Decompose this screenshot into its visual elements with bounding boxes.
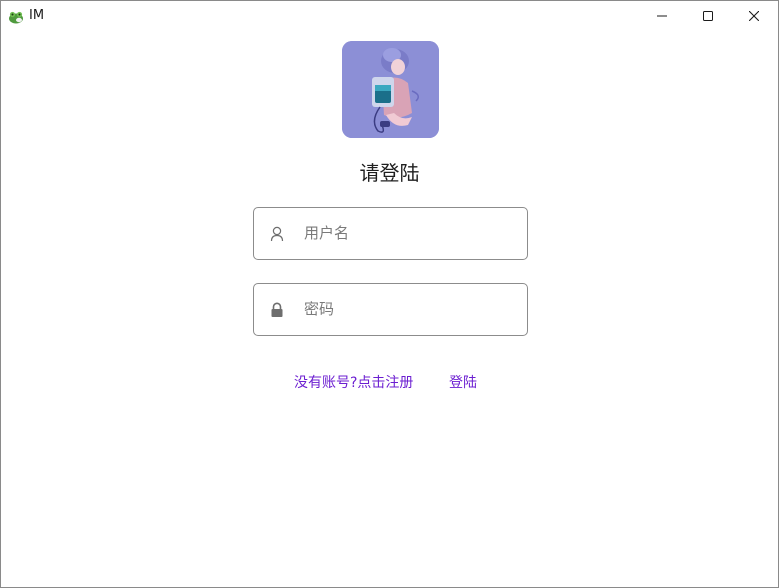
maximize-icon <box>703 11 713 21</box>
title-bar[interactable]: IM <box>1 1 778 31</box>
user-icon <box>270 226 284 242</box>
lock-icon <box>270 302 284 318</box>
anime-girl-avatar <box>342 41 439 138</box>
username-field[interactable] <box>253 207 528 260</box>
frog-app-icon <box>8 9 24 24</box>
register-link[interactable]: 没有账号?点击注册 <box>294 374 413 392</box>
window-title: IM <box>29 8 45 23</box>
minimize-icon <box>657 11 667 21</box>
username-input[interactable] <box>304 208 519 258</box>
login-link[interactable]: 登陆 <box>449 374 477 392</box>
password-input[interactable] <box>304 284 519 334</box>
minimize-button[interactable] <box>639 1 685 31</box>
maximize-button[interactable] <box>685 1 731 31</box>
close-button[interactable] <box>731 1 777 31</box>
close-icon <box>749 11 759 21</box>
login-heading: 请登陆 <box>359 161 420 185</box>
password-field[interactable] <box>253 283 528 336</box>
app-window: IM 请登陆 用户名 没有账号?点击注册 登陆 <box>0 0 779 588</box>
avatar <box>342 41 439 138</box>
